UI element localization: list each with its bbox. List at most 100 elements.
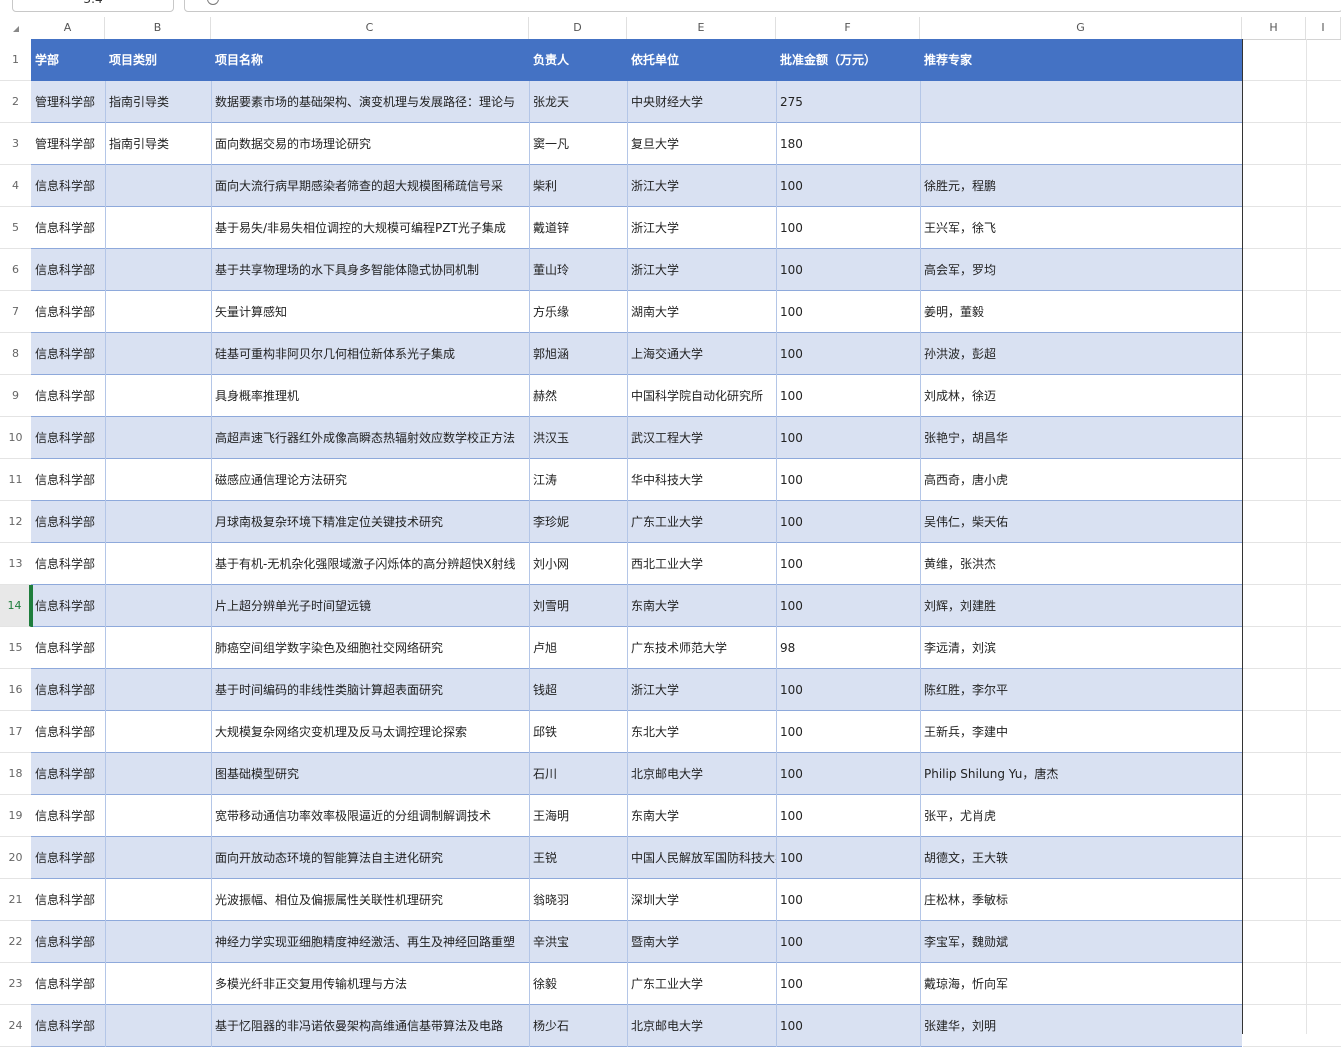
table-cell[interactable]: 管理科学部	[31, 81, 105, 123]
table-cell[interactable]: 中央财经大学	[627, 81, 776, 123]
table-cell[interactable]: 上海交通大学	[627, 333, 776, 375]
table-cell[interactable]: 浙江大学	[627, 249, 776, 291]
table-cell[interactable]: 王新兵，李建中	[920, 711, 1242, 753]
table-cell[interactable]: 面向数据交易的市场理论研究	[211, 123, 529, 165]
table-cell[interactable]: 江涛	[529, 459, 627, 501]
table-cell[interactable]: 洪汉玉	[529, 417, 627, 459]
table-cell[interactable]: 大规模复杂网络灾变机理及反马太调控理论探索	[211, 711, 529, 753]
table-cell[interactable]: 275	[776, 81, 920, 123]
table-cell[interactable]: 张龙天	[529, 81, 627, 123]
row-header-10[interactable]: 10	[0, 417, 31, 459]
column-header-i[interactable]: I	[1306, 17, 1341, 39]
table-cell[interactable]: 高西奇，唐小虎	[920, 459, 1242, 501]
table-cell[interactable]	[105, 543, 211, 585]
table-cell[interactable]: 100	[776, 249, 920, 291]
table-cell[interactable]: 石川	[529, 753, 627, 795]
table-cell[interactable]	[105, 669, 211, 711]
table-cell[interactable]: 矢量计算感知	[211, 291, 529, 333]
table-cell[interactable]: 100	[776, 291, 920, 333]
table-cell[interactable]: 指南引导类	[105, 123, 211, 165]
table-cell[interactable]: 月球南极复杂环境下精准定位关键技术研究	[211, 501, 529, 543]
row-header-16[interactable]: 16	[0, 669, 31, 711]
table-cell[interactable]: 100	[776, 1005, 920, 1047]
table-cell[interactable]	[105, 333, 211, 375]
table-cell[interactable]: 吴伟仁，柴天佑	[920, 501, 1242, 543]
table-cell[interactable]	[105, 963, 211, 1005]
table-cell[interactable]: 徐胜元，程鹏	[920, 165, 1242, 207]
table-cell[interactable]: 东南大学	[627, 585, 776, 627]
table-cell[interactable]: 郭旭涵	[529, 333, 627, 375]
table-cell[interactable]: 刘辉，刘建胜	[920, 585, 1242, 627]
table-cell[interactable]: 张建华，刘明	[920, 1005, 1242, 1047]
table-cell[interactable]: 信息科学部	[31, 963, 105, 1005]
row-header-1[interactable]: 1	[0, 39, 31, 81]
table-cell[interactable]	[105, 627, 211, 669]
row-header-3[interactable]: 3	[0, 123, 31, 165]
column-header-h[interactable]: H	[1242, 17, 1306, 39]
column-header-e[interactable]: E	[627, 17, 776, 39]
table-cell[interactable]: 100	[776, 711, 920, 753]
table-cell[interactable]: 信息科学部	[31, 669, 105, 711]
table-cell[interactable]: 高超声速飞行器红外成像高瞬态热辐射效应数学校正方法	[211, 417, 529, 459]
table-cell[interactable]: 具身概率推理机	[211, 375, 529, 417]
column-header-a[interactable]: A	[31, 17, 105, 39]
table-cell[interactable]: 基于有机-无机杂化强限域激子闪烁体的高分辨超快X射线	[211, 543, 529, 585]
row-header-18[interactable]: 18	[0, 753, 31, 795]
table-cell[interactable]: 信息科学部	[31, 249, 105, 291]
table-cell[interactable]: 广东工业大学	[627, 501, 776, 543]
table-cell[interactable]	[105, 459, 211, 501]
table-cell[interactable]: 邱铁	[529, 711, 627, 753]
table-cell[interactable]: 面向开放动态环境的智能算法自主进化研究	[211, 837, 529, 879]
column-header-c[interactable]: C	[211, 17, 529, 39]
column-header-d[interactable]: D	[529, 17, 627, 39]
row-header-6[interactable]: 6	[0, 249, 31, 291]
table-cell[interactable]: 高会军，罗均	[920, 249, 1242, 291]
table-cell[interactable]: 100	[776, 207, 920, 249]
table-cell[interactable]	[105, 753, 211, 795]
table-cell[interactable]: 柴利	[529, 165, 627, 207]
table-cell[interactable]	[105, 1005, 211, 1047]
table-cell[interactable]: 胡德文，王大轶	[920, 837, 1242, 879]
table-cell[interactable]: 陈红胜，李尔平	[920, 669, 1242, 711]
row-header-19[interactable]: 19	[0, 795, 31, 837]
table-cell[interactable]: 浙江大学	[627, 207, 776, 249]
header-cell[interactable]: 依托单位	[627, 39, 776, 81]
table-cell[interactable]	[105, 795, 211, 837]
table-cell[interactable]: 信息科学部	[31, 333, 105, 375]
table-cell[interactable]: 东北大学	[627, 711, 776, 753]
row-header-20[interactable]: 20	[0, 837, 31, 879]
table-cell[interactable]: 信息科学部	[31, 627, 105, 669]
table-cell[interactable]: 董山玲	[529, 249, 627, 291]
row-header-5[interactable]: 5	[0, 207, 31, 249]
table-cell[interactable]: 李珍妮	[529, 501, 627, 543]
table-cell[interactable]	[105, 249, 211, 291]
row-header-13[interactable]: 13	[0, 543, 31, 585]
header-cell[interactable]: 批准金额（万元）	[776, 39, 920, 81]
table-cell[interactable]	[105, 711, 211, 753]
table-cell[interactable]: 信息科学部	[31, 375, 105, 417]
table-cell[interactable]: 信息科学部	[31, 543, 105, 585]
table-cell[interactable]: 肺癌空间组学数字染色及细胞社交网络研究	[211, 627, 529, 669]
table-cell[interactable]	[105, 207, 211, 249]
table-cell[interactable]: 王兴军，徐飞	[920, 207, 1242, 249]
table-cell[interactable]: 基于时间编码的非线性类脑计算超表面研究	[211, 669, 529, 711]
table-cell[interactable]: 100	[776, 585, 920, 627]
table-cell[interactable]: 信息科学部	[31, 837, 105, 879]
table-cell[interactable]: 180	[776, 123, 920, 165]
table-cell[interactable]: 信息科学部	[31, 795, 105, 837]
table-cell[interactable]: 李宝军，魏勋斌	[920, 921, 1242, 963]
table-cell[interactable]: 杨少石	[529, 1005, 627, 1047]
table-cell[interactable]: 100	[776, 837, 920, 879]
table-cell[interactable]: 徐毅	[529, 963, 627, 1005]
table-cell[interactable]: 钱超	[529, 669, 627, 711]
row-header-4[interactable]: 4	[0, 165, 31, 207]
table-cell[interactable]: 中国科学院自动化研究所	[627, 375, 776, 417]
table-cell[interactable]: 北京邮电大学	[627, 753, 776, 795]
table-cell[interactable]	[105, 291, 211, 333]
search-icon[interactable]	[207, 0, 219, 5]
name-box[interactable]: 3:4	[12, 0, 174, 12]
table-cell[interactable]: 戴琼海，忻向军	[920, 963, 1242, 1005]
table-cell[interactable]	[105, 879, 211, 921]
table-cell[interactable]: 赫然	[529, 375, 627, 417]
header-cell[interactable]: 项目类别	[105, 39, 211, 81]
